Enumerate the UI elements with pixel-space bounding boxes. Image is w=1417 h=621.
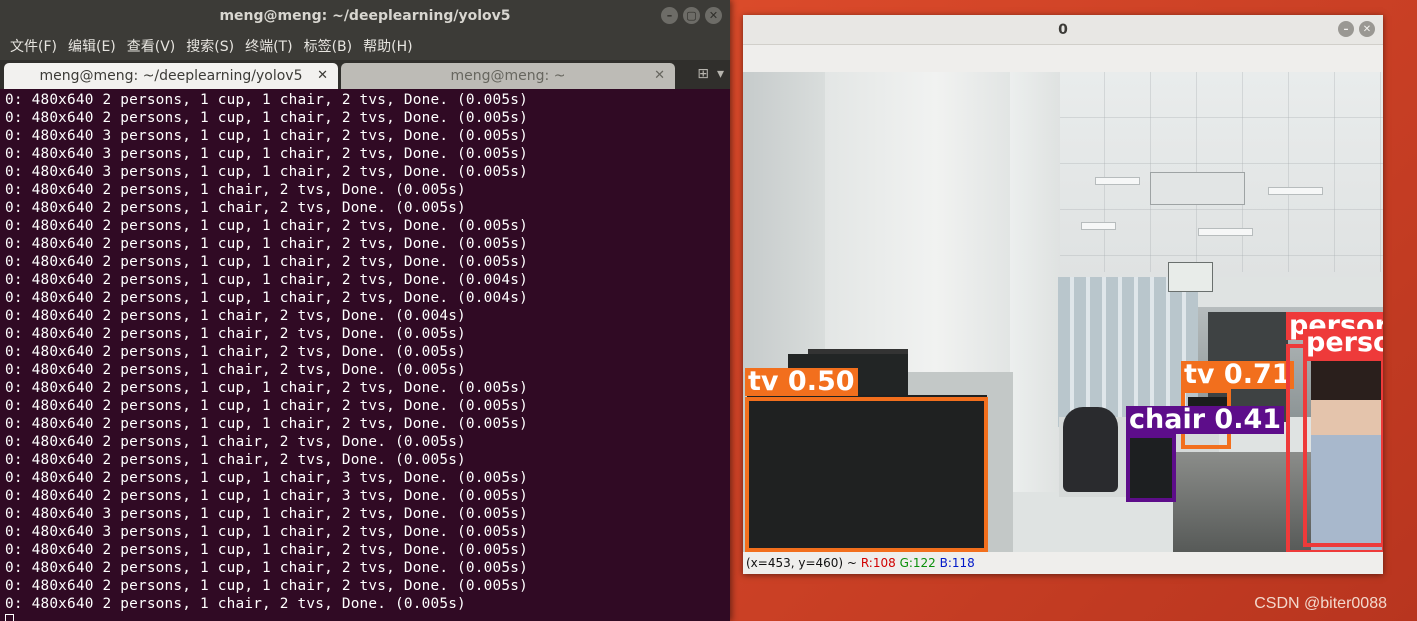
terminal-line: 0: 480x640 2 persons, 1 chair, 2 tvs, Do… [5,182,466,198]
terminal-line: 0: 480x640 2 persons, 1 cup, 1 chair, 2 … [5,272,528,288]
terminal-line: 0: 480x640 3 persons, 1 cup, 1 chair, 2 … [5,128,528,144]
terminal-line: 0: 480x640 3 persons, 1 cup, 1 chair, 2 … [5,146,528,162]
detection-label: tv 0.71 [1181,361,1294,389]
terminal-title: meng@meng: ~/deeplearning/yolov5 [219,7,511,24]
terminal-line: 0: 480x640 2 persons, 1 cup, 1 chair, 2 … [5,542,528,558]
terminal-line: 0: 480x640 3 persons, 1 cup, 1 chair, 2 … [5,524,528,540]
terminal-line: 0: 480x640 2 persons, 1 cup, 1 chair, 2 … [5,92,528,108]
terminal-menubar: 文件(F) 编辑(E) 查看(V) 搜索(S) 终端(T) 标签(B) 帮助(H… [0,31,730,60]
tab-label: meng@meng: ~ [450,68,566,84]
tab-yolov5[interactable]: meng@meng: ~/deeplearning/yolov5 ✕ [4,63,338,89]
terminal-line: 0: 480x640 2 persons, 1 cup, 1 chair, 2 … [5,218,528,234]
viewer-titlebar[interactable]: 0 – ✕ [743,15,1383,45]
terminal-output[interactable]: 0: 480x640 2 persons, 1 cup, 1 chair, 2 … [0,89,730,621]
terminal-line: 0: 480x640 2 persons, 1 cup, 1 chair, 2 … [5,236,528,252]
ceiling-light [1268,187,1323,195]
ceiling-light [1081,222,1116,230]
maximize-button[interactable]: ▢ [683,7,700,24]
menu-edit[interactable]: 编辑(E) [68,36,116,56]
menu-search[interactable]: 搜索(S) [186,36,234,56]
menu-terminal[interactable]: 终端(T) [245,36,292,56]
terminal-line: 0: 480x640 2 persons, 1 cup, 1 chair, 2 … [5,398,528,414]
terminal-line: 0: 480x640 2 persons, 1 cup, 1 chair, 3 … [5,488,528,504]
terminal-line: 0: 480x640 2 persons, 1 cup, 1 chair, 2 … [5,416,528,432]
terminal-line: 0: 480x640 2 persons, 1 cup, 1 chair, 3 … [5,470,528,486]
wall-left [743,72,825,372]
terminal-titlebar[interactable]: meng@meng: ~/deeplearning/yolov5 – ▢ ✕ [0,0,730,31]
detection-label: tv 0.50 [745,368,858,396]
terminal-line: 0: 480x640 2 persons, 1 cup, 1 chair, 2 … [5,254,528,270]
terminal-line: 0: 480x640 2 persons, 1 cup, 1 chair, 2 … [5,578,528,594]
viewer-statusbar: (x=453, y=460) ~ R:108 G:122 B:118 [743,552,1383,574]
terminal-line: 0: 480x640 2 persons, 1 chair, 2 tvs, Do… [5,434,466,450]
viewer-title: 0 [1058,21,1068,38]
minimize-button[interactable]: – [1338,21,1354,37]
terminal-line: 0: 480x640 3 persons, 1 cup, 1 chair, 2 … [5,164,528,180]
terminal-line: 0: 480x640 2 persons, 1 chair, 2 tvs, Do… [5,344,466,360]
tab-close-icon[interactable]: ✕ [654,68,665,83]
terminal-line: 0: 480x640 2 persons, 1 chair, 2 tvs, Do… [5,326,466,342]
pixel-r: R:108 [860,556,896,570]
detection-box-person [1303,357,1383,547]
terminal-line: 0: 480x640 2 persons, 1 chair, 2 tvs, Do… [5,452,466,468]
terminal-line: 0: 480x640 2 persons, 1 cup, 1 chair, 2 … [5,290,528,306]
menu-file[interactable]: 文件(F) [10,36,57,56]
close-button[interactable]: ✕ [705,7,722,24]
detection-label: chair 0.41 [1126,406,1285,434]
person-background [1063,407,1118,492]
pixel-b: B:118 [939,556,975,570]
terminal-line: 0: 480x640 2 persons, 1 chair, 2 tvs, Do… [5,362,466,378]
watermark: CSDN @biter0088 [1254,595,1387,612]
pillar [1010,72,1060,492]
terminal-window: meng@meng: ~/deeplearning/yolov5 – ▢ ✕ 文… [0,0,730,621]
menu-help[interactable]: 帮助(H) [363,36,412,56]
terminal-tabbar: meng@meng: ~/deeplearning/yolov5 ✕ meng@… [0,60,730,89]
detection-label: perso [1303,329,1383,357]
terminal-line: 0: 480x640 2 persons, 1 chair, 2 tvs, Do… [5,200,466,216]
detection-box-chair [1126,434,1176,502]
ceiling-light [1095,177,1140,185]
air-conditioner [1150,172,1245,205]
camera-frame[interactable]: tv 0.50 tv 0.71 chair 0.41 persor perso [743,72,1383,552]
terminal-line: 0: 480x640 2 persons, 1 cup, 1 chair, 2 … [5,380,528,396]
terminal-cursor [5,614,14,621]
terminal-line: 0: 480x640 2 persons, 1 chair, 2 tvs, Do… [5,308,466,324]
cursor-coords: (x=453, y=460) ~ [746,556,857,570]
image-viewer-window: 0 – ✕ tv 0.50 tv 0.71 chair 0.41 persor … [743,15,1383,574]
pixel-g: G:122 [899,556,936,570]
ceiling-light [1198,228,1253,236]
new-tab-icon[interactable]: ⊞ [697,66,709,82]
tab-close-icon[interactable]: ✕ [317,68,328,83]
close-button[interactable]: ✕ [1359,21,1375,37]
terminal-line: 0: 480x640 2 persons, 1 chair, 2 tvs, Do… [5,596,466,612]
menu-tabs[interactable]: 标签(B) [304,36,353,56]
minimize-button[interactable]: – [661,7,678,24]
terminal-line: 0: 480x640 2 persons, 1 cup, 1 chair, 2 … [5,110,528,126]
chevron-down-icon[interactable]: ▾ [717,66,724,82]
terminal-line: 0: 480x640 2 persons, 1 cup, 1 chair, 2 … [5,560,528,576]
tab-label: meng@meng: ~/deeplearning/yolov5 [39,68,303,84]
terminal-line: 0: 480x640 3 persons, 1 cup, 1 chair, 2 … [5,506,528,522]
tab-home[interactable]: meng@meng: ~ ✕ [341,63,675,89]
viewer-toolbar [743,45,1383,72]
wall-sign [1168,262,1213,292]
detection-box-tv [745,397,988,552]
menu-view[interactable]: 查看(V) [127,36,176,56]
wall-middle [825,72,1010,377]
